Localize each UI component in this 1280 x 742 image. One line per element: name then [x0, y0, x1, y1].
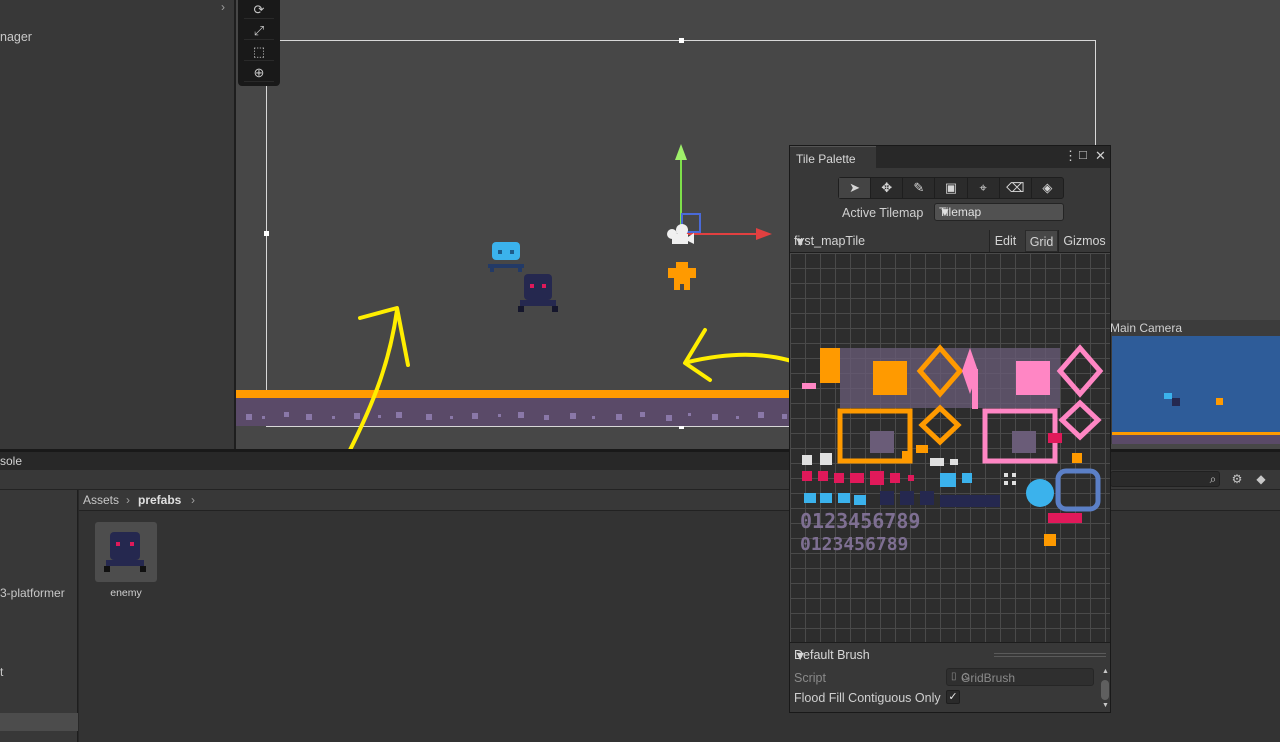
asset-enemy-thumbnail[interactable] [95, 522, 157, 582]
object-picker-icon[interactable]: ⊙ [961, 670, 1089, 683]
tile-palette-tab[interactable]: Tile Palette [790, 146, 876, 170]
camera-preview-image [1112, 336, 1280, 444]
script-label: Script [794, 671, 826, 685]
picker-icon[interactable]: ⌖ [968, 178, 1000, 198]
scale-tool-icon[interactable]: ⤢ [244, 21, 274, 40]
gizmos-toggle[interactable]: Gizmos [1058, 230, 1110, 252]
inspector-scrollbar[interactable]: ▲ ▼ [1100, 668, 1110, 712]
preview-ground [1112, 435, 1280, 444]
project-folder-tree: 3-platformer t [0, 490, 78, 742]
dropdown-arrow-icon: ▼ [939, 205, 951, 219]
breadcrumb-separator: › [191, 493, 195, 507]
inspector-splitter[interactable] [994, 653, 1106, 657]
preview-player [1164, 393, 1172, 399]
palette-dropdown[interactable]: first_mapTile ▼ [790, 230, 989, 252]
scroll-down-icon[interactable]: ▼ [1102, 702, 1109, 709]
camera-preview: Main Camera [1108, 320, 1280, 444]
move-tool-icon[interactable]: ✥ [871, 178, 904, 198]
svg-text:0123456789: 0123456789 [800, 509, 920, 533]
select-tool-icon[interactable]: ➤ [839, 178, 872, 198]
search-by-type-icon[interactable]: ⌕ [1204, 471, 1222, 487]
active-tilemap-dropdown[interactable]: Tilemap ▼ [934, 203, 1064, 221]
flood-fill-checkbox[interactable]: ✓ [946, 690, 960, 704]
tile-palette-title: Tile Palette [796, 152, 856, 166]
project-toolbar-right: ⌕ ⚙ ◆ [1110, 471, 1280, 489]
filter-icon[interactable]: ⚙ [1228, 471, 1246, 487]
brush-dropdown[interactable]: Default Brush ▼ [790, 645, 988, 665]
scroll-thumb[interactable] [1101, 680, 1109, 700]
flood-fill-label: Flood Fill Contiguous Only [794, 691, 941, 705]
box-fill-icon[interactable]: ▣ [935, 178, 968, 198]
paint-brush-icon[interactable]: ✎ [903, 178, 936, 198]
rotate-tool-icon[interactable]: ⟳ [244, 0, 274, 19]
tile-palette-tab-bar: Tile Palette ⋮ □ ✕ [790, 146, 1110, 170]
fill-bucket-icon[interactable]: ◈ [1032, 178, 1063, 198]
tile-palette-grid[interactable]: 0123456789 0123456789 [790, 252, 1110, 643]
tile-tools-bar: ➤ ✥ ✎ ▣ ⌖ ⌫ ◈ [838, 177, 1064, 199]
window-menu-icon[interactable]: ⋮ [1064, 148, 1077, 164]
preview-enemy [1172, 398, 1180, 406]
grid-toggle[interactable]: Grid [1025, 230, 1058, 252]
transform-tool-icon[interactable]: ⊕ [244, 63, 274, 82]
label-icon[interactable]: ◆ [1252, 471, 1270, 487]
tab-console[interactable]: sole [0, 454, 22, 468]
tile-palette-window: Tile Palette ⋮ □ ✕ ➤ ✥ ✎ ▣ ⌖ ⌫ ◈ Active … [789, 145, 1111, 713]
script-field[interactable]: GridBrush ▯ ⊙ [946, 668, 1094, 686]
camera-preview-title: Main Camera [1110, 321, 1183, 335]
close-icon[interactable]: ✕ [1095, 148, 1106, 164]
eraser-icon[interactable]: ⌫ [1000, 178, 1032, 198]
scene-tool-strip: ⟳ ⤢ ⬚ ⊕ [238, 0, 280, 86]
scroll-up-icon[interactable]: ▲ [1102, 668, 1109, 675]
folder-item[interactable]: t [0, 665, 3, 679]
breadcrumb-assets[interactable]: Assets [83, 493, 119, 507]
folder-item-selected[interactable] [0, 713, 78, 731]
maximize-icon[interactable]: □ [1079, 147, 1087, 162]
edit-toggle[interactable]: Edit [989, 230, 1021, 252]
script-file-icon: ▯ [951, 671, 957, 682]
svg-text:0123456789: 0123456789 [800, 534, 908, 555]
active-tilemap-label: Active Tilemap [842, 206, 924, 220]
palette-tiles: 0123456789 0123456789 [800, 344, 1104, 555]
breadcrumb-prefabs[interactable]: prefabs [138, 493, 181, 507]
rect-tool-icon[interactable]: ⬚ [244, 42, 274, 61]
asset-enemy-label[interactable]: enemy [95, 587, 157, 599]
breadcrumb-separator: › [126, 493, 130, 507]
dropdown-arrow-icon: ▼ [794, 649, 807, 663]
dropdown-arrow-icon: ▼ [794, 235, 807, 249]
folder-item[interactable]: 3-platformer [0, 586, 65, 600]
preview-coin [1216, 398, 1223, 405]
